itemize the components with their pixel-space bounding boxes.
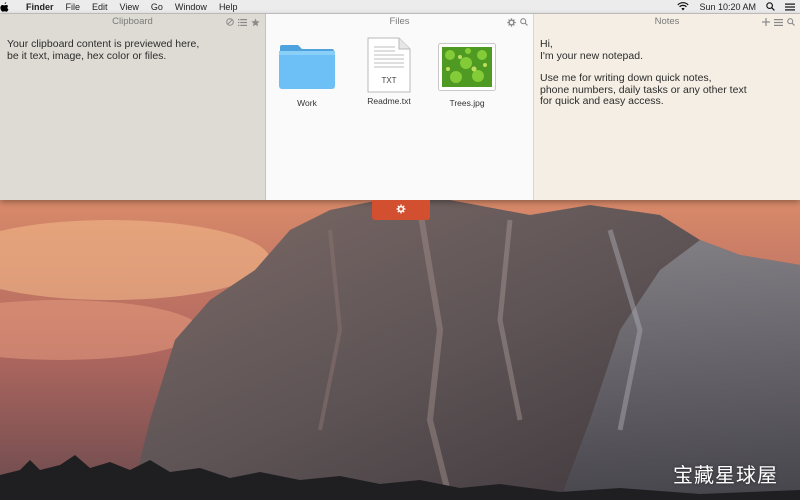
notification-center-icon[interactable] — [780, 3, 800, 11]
handle-gear-icon — [396, 204, 406, 217]
file-name: Readme.txt — [367, 96, 411, 106]
notes-header: Notes — [534, 14, 800, 30]
note-line: Hi, — [540, 38, 553, 50]
panel-handle-button[interactable] — [372, 200, 430, 220]
notes-textarea[interactable]: Hi, I'm your new notepad. Use me for wri… — [534, 30, 800, 108]
menu-go[interactable]: Go — [145, 0, 169, 14]
menu-finder[interactable]: Finder — [22, 0, 60, 14]
files-title: Files — [389, 16, 410, 27]
unclutter-panel: Clipboard Your clipboard content is prev… — [0, 14, 800, 200]
notes-list-icon[interactable] — [774, 18, 783, 26]
note-line: Use me for writing down quick notes, — [540, 72, 712, 84]
text-file-icon: TXT — [354, 37, 424, 93]
menu-view[interactable]: View — [114, 0, 145, 14]
files-grid: Work TXT Readme.txt Trees.jpg — [266, 30, 533, 200]
image-file-icon — [432, 40, 502, 94]
clock[interactable]: Sun 10:20 AM — [694, 0, 761, 14]
file-item-readme[interactable]: TXT Readme.txt — [354, 37, 424, 106]
notes-title: Notes — [654, 16, 680, 27]
note-line: I'm your new notepad. — [540, 49, 643, 62]
clear-icon[interactable] — [226, 18, 234, 26]
search-icon[interactable] — [520, 18, 528, 26]
gear-icon[interactable] — [507, 17, 516, 27]
wifi-icon[interactable] — [672, 2, 694, 11]
clipboard-title: Clipboard — [112, 16, 153, 27]
menu-help[interactable]: Help — [213, 0, 244, 14]
file-type-badge: TXT — [381, 76, 397, 85]
note-line: for quick and easy access. — [540, 95, 664, 107]
file-name: Work — [297, 98, 317, 108]
watermark-text: 宝藏星球屋 — [673, 463, 778, 487]
history-list-icon[interactable] — [238, 18, 247, 26]
clipboard-header: Clipboard — [0, 14, 265, 30]
files-header: Files — [266, 14, 533, 30]
menu-file[interactable]: File — [60, 0, 87, 14]
folder-icon — [272, 40, 342, 94]
files-panel: Files Work TXT Readme.txt Trees.jpg — [266, 14, 534, 200]
star-icon[interactable] — [251, 17, 260, 27]
apple-icon[interactable] — [0, 1, 22, 12]
clipboard-preview-text: Your clipboard content is previewed here… — [0, 30, 200, 62]
file-item-trees[interactable]: Trees.jpg — [432, 40, 502, 108]
menu-window[interactable]: Window — [169, 0, 213, 14]
menu-edit[interactable]: Edit — [86, 0, 114, 14]
notes-panel: Notes Hi, I'm your new notepad. Use me f… — [534, 14, 800, 200]
notes-search-icon[interactable] — [787, 18, 795, 26]
spotlight-search-icon[interactable] — [761, 2, 780, 11]
add-note-icon[interactable] — [762, 18, 770, 26]
file-name: Trees.jpg — [449, 98, 485, 108]
file-item-work[interactable]: Work — [272, 40, 342, 108]
clipboard-placeholder: Your clipboard content is previewed here… — [7, 38, 200, 62]
menu-bar: Finder File Edit View Go Window Help Sun… — [0, 0, 800, 14]
clipboard-panel: Clipboard Your clipboard content is prev… — [0, 14, 266, 200]
